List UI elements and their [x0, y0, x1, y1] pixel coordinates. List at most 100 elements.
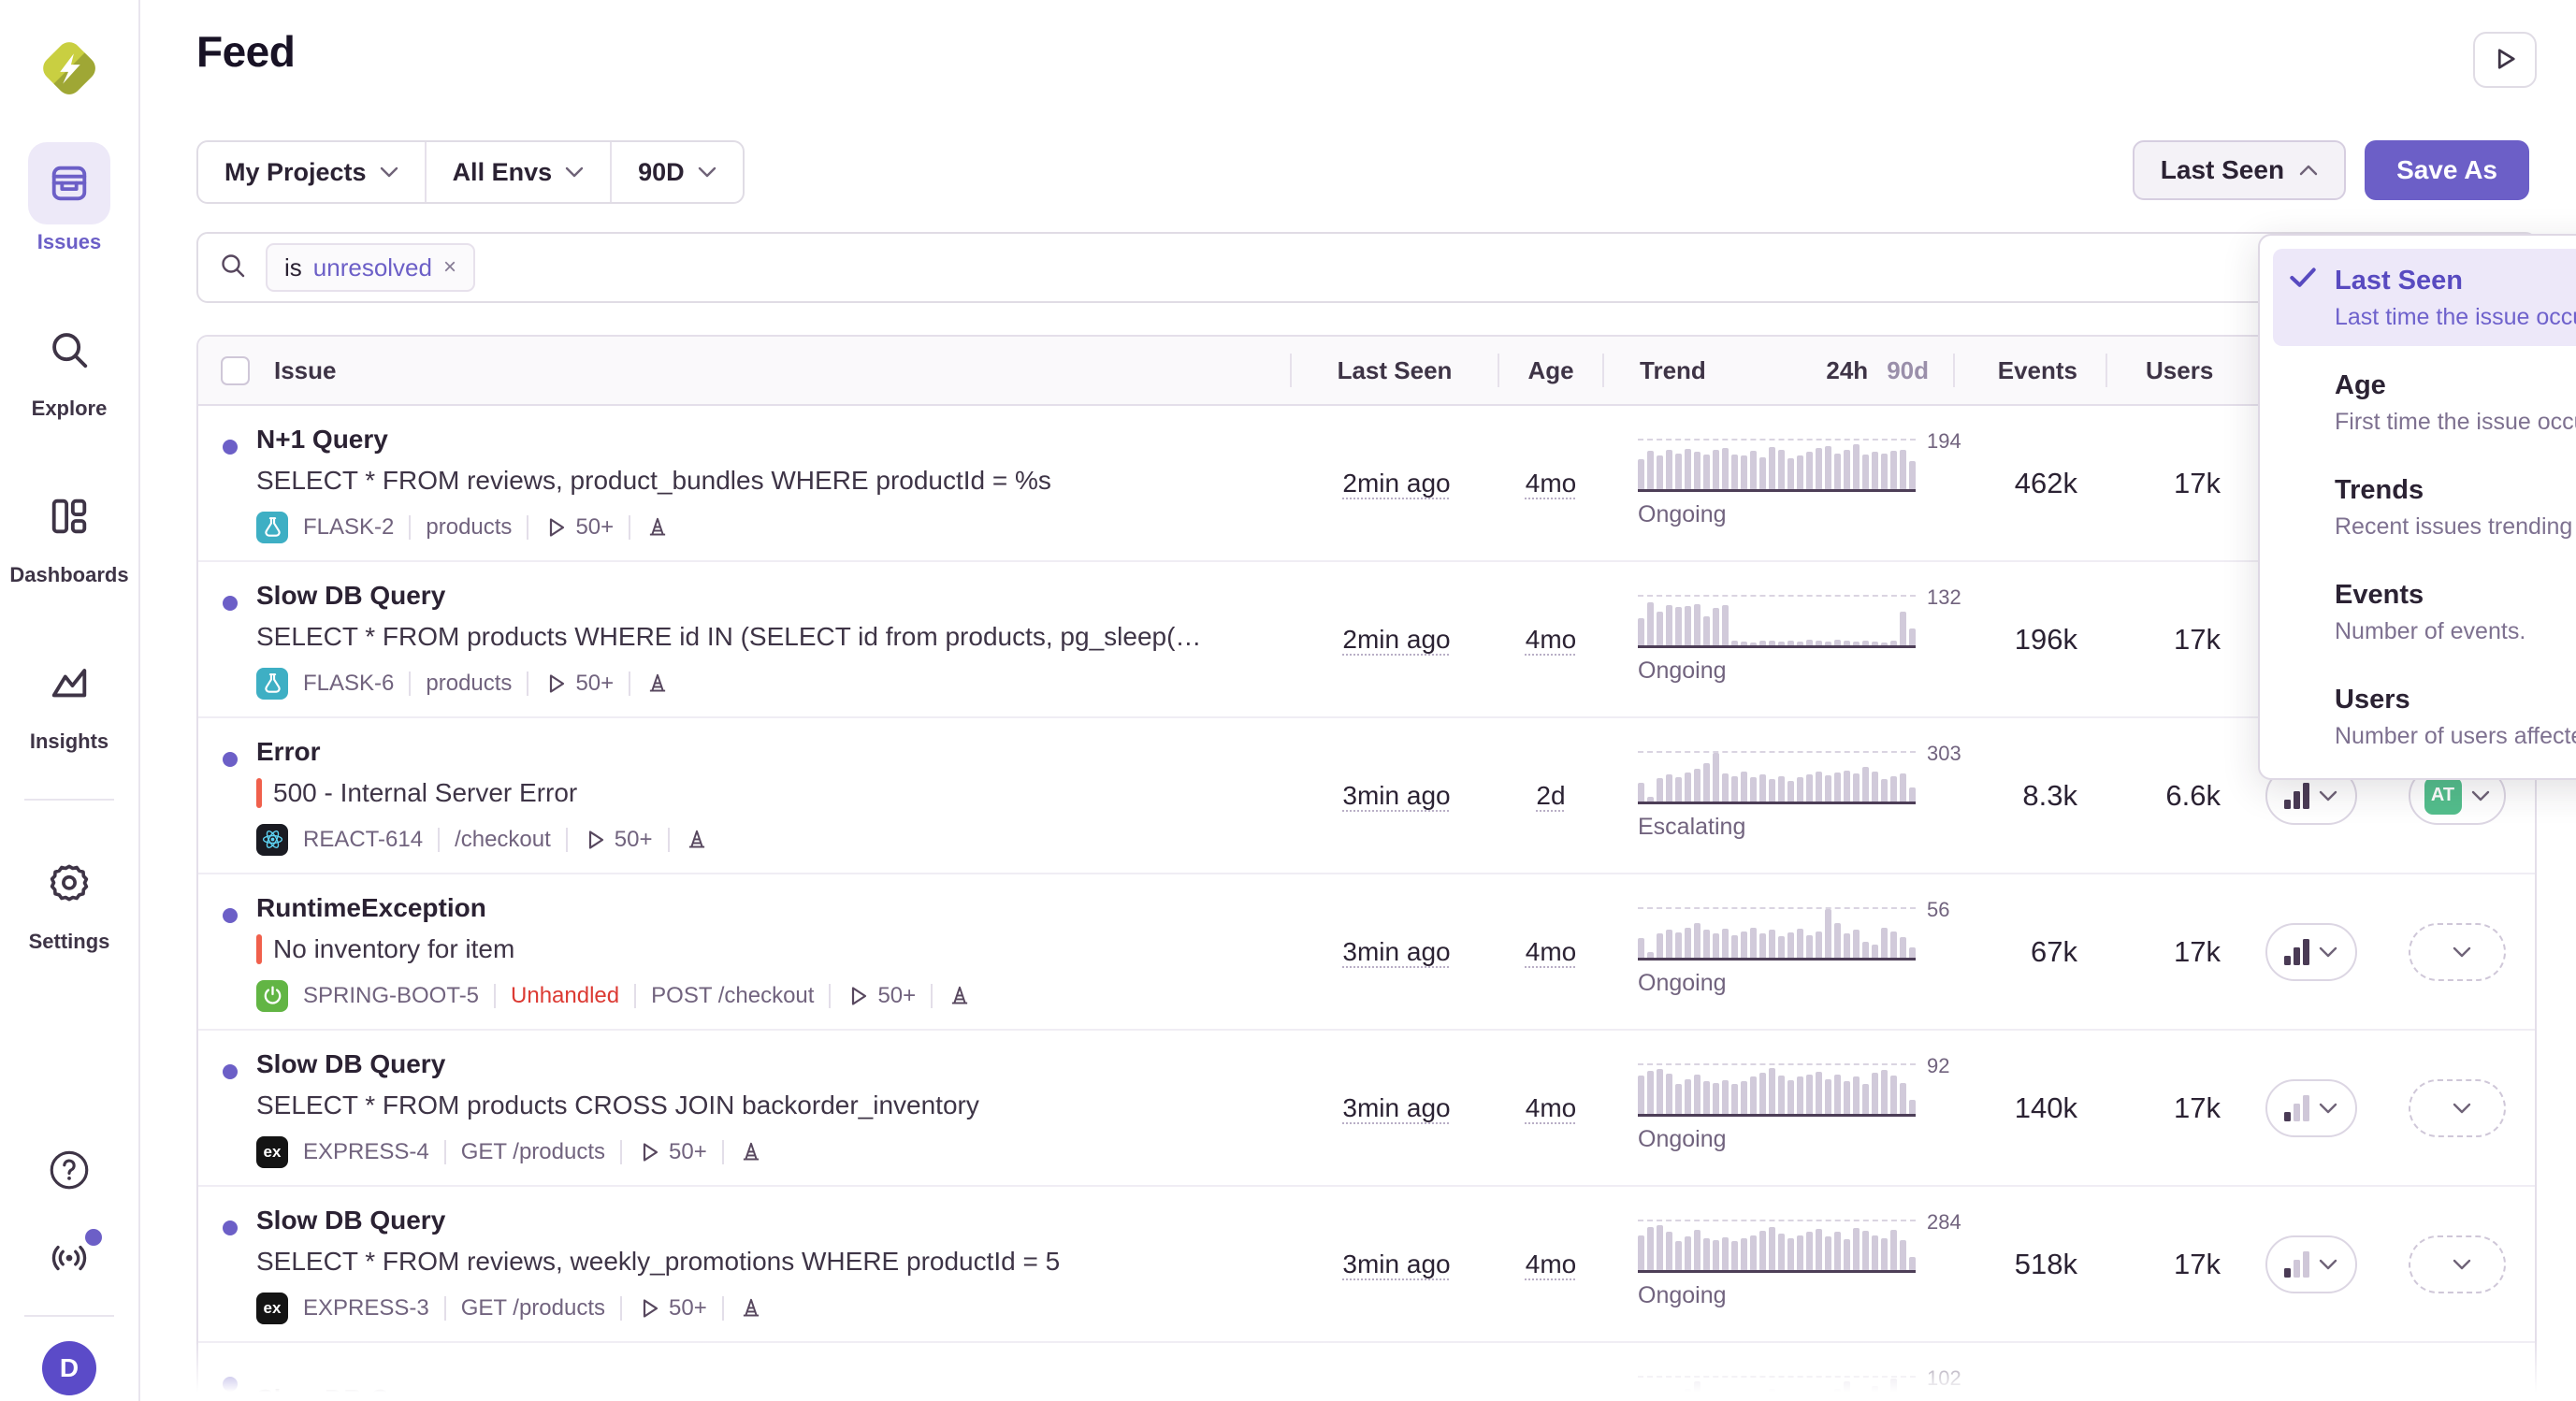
checkmark-icon [2290, 264, 2335, 293]
replay-count[interactable]: 50+ [637, 1139, 707, 1165]
replay-tour-button[interactable] [2473, 32, 2537, 88]
chevron-down-icon [2319, 946, 2337, 958]
last-seen-column-header[interactable]: Last Seen [1290, 354, 1498, 387]
divider [527, 515, 528, 540]
play-icon [637, 1140, 661, 1164]
issue-row[interactable]: Slow DB Query SELECT * FROM products 3mi… [198, 1343, 2535, 1401]
replay-count[interactable]: 50+ [543, 671, 614, 697]
sentry-logo-icon[interactable] [33, 32, 106, 105]
issue-row[interactable]: Slow DB Query SELECT * FROM products CRO… [198, 1031, 2535, 1187]
sort-option-description: First time the issue occurred. [2335, 408, 2576, 436]
issue-row[interactable]: Slow DB Query SELECT * FROM reviews, wee… [198, 1187, 2535, 1343]
project-slug[interactable]: EXPRESS-3 [303, 1295, 429, 1322]
main-content: Feed My Projects All Envs 90D Last Seen [138, 0, 2576, 1401]
trend-column-header: Trend [1640, 354, 1706, 387]
issue-row[interactable]: N+1 Query SELECT * FROM reviews, product… [198, 406, 2535, 562]
sort-menu-item[interactable]: Trends Recent issues trending upward. [2273, 458, 2576, 556]
status-dot [223, 1377, 238, 1392]
project-slug[interactable]: FLASK-6 [303, 671, 394, 697]
divider [409, 672, 411, 696]
chevron-down-icon [2453, 1103, 2471, 1114]
replay-count[interactable]: 50+ [543, 514, 614, 541]
trend-90d-toggle[interactable]: 90d [1887, 354, 1929, 387]
sort-menu-item[interactable]: Last Seen Last time the issue occurred. [2273, 249, 2576, 346]
issue-column-header[interactable]: Issue [274, 354, 337, 387]
sidebar: Issues Explore Dashboards Insights Setti… [0, 0, 140, 1401]
express-project-icon: ex [256, 1136, 288, 1168]
events-count: 518k [2015, 1248, 2077, 1280]
sidebar-item-issues[interactable]: Issues [0, 142, 138, 254]
chevron-down-icon [2319, 1103, 2337, 1114]
users-column-header[interactable]: Users [2106, 354, 2243, 387]
issue-route: products [426, 671, 512, 697]
sidebar-item-dashboards[interactable]: Dashboards [0, 475, 138, 587]
issue-meta: FLASK-6 products 50+ [256, 668, 1201, 700]
assignee-initials: AT [2424, 777, 2462, 815]
trend-bars [1638, 1376, 1916, 1401]
environment-filter[interactable]: All Envs [425, 142, 611, 202]
issue-meta: REACT-614/checkout50+ [256, 824, 709, 856]
trend-bars [1638, 439, 1916, 492]
assignee-button[interactable] [2409, 1235, 2506, 1293]
sidebar-item-settings[interactable]: Settings [0, 842, 138, 954]
status-dot [223, 440, 238, 455]
project-slug[interactable]: EXPRESS-4 [303, 1139, 429, 1165]
save-as-button[interactable]: Save As [2365, 140, 2529, 200]
divider [829, 984, 831, 1008]
users-count: 17k [2174, 1248, 2221, 1280]
last-seen-value: 3min ago [1342, 1093, 1450, 1122]
issue-row[interactable]: Error 500 - Internal Server Error REACT-… [198, 718, 2535, 874]
issue-title[interactable]: Error [256, 736, 709, 768]
sort-menu-item[interactable]: Events Number of events. [2273, 563, 2576, 660]
sort-by-button[interactable]: Last Seen [2133, 140, 2346, 200]
assignee-button[interactable] [2409, 1079, 2506, 1137]
flask-project-icon [256, 668, 288, 700]
project-slug[interactable]: SPRING-BOOT-5 [303, 983, 479, 1009]
sort-menu-item[interactable]: Users Number of users affected. [2273, 668, 2576, 765]
replay-count[interactable]: 50+ [846, 983, 916, 1009]
sort-option-label: Trends [2335, 473, 2576, 507]
sort-menu-item[interactable]: Age First time the issue occurred. [2273, 354, 2576, 451]
whats-new-button[interactable] [44, 1233, 94, 1283]
trend-status: Escalating [1638, 814, 1916, 841]
issue-title[interactable]: Slow DB Query [256, 1205, 1060, 1236]
chip-remove-icon[interactable]: × [443, 254, 456, 281]
date-range-filter[interactable]: 90D [610, 142, 743, 202]
issue-row[interactable]: Slow DB Query SELECT * FROM products WHE… [198, 562, 2535, 718]
replay-count[interactable]: 50+ [637, 1295, 707, 1322]
issue-graph-button[interactable] [2265, 1235, 2357, 1293]
user-avatar[interactable]: D [42, 1341, 96, 1395]
users-count: 17k [2174, 467, 2221, 499]
project-slug[interactable]: REACT-614 [303, 827, 423, 853]
issue-title[interactable]: N+1 Query [256, 424, 1051, 455]
replay-count[interactable]: 50+ [583, 827, 653, 853]
spring-project-icon [256, 980, 288, 1012]
bar-chart-icon [2284, 783, 2309, 809]
issue-graph-button[interactable] [2265, 1392, 2357, 1401]
trend-24h-toggle[interactable]: 24h [1826, 354, 1868, 387]
project-filter[interactable]: My Projects [198, 142, 425, 202]
issue-title[interactable]: Slow DB Query [256, 580, 1201, 612]
issue-title[interactable]: RuntimeException [256, 892, 972, 924]
assignee-button[interactable] [2409, 1392, 2506, 1401]
issue-row[interactable]: RuntimeException No inventory for item S… [198, 874, 2535, 1031]
sidebar-item-insights[interactable]: Insights [0, 642, 138, 754]
help-button[interactable] [44, 1147, 94, 1197]
select-all-checkbox[interactable] [221, 356, 250, 385]
issue-title[interactable]: Slow DB Query [256, 1383, 567, 1401]
sidebar-item-explore[interactable]: Explore [0, 309, 138, 421]
age-column-header[interactable]: Age [1498, 354, 1602, 387]
divider [527, 672, 528, 696]
events-count: 8.3k [2022, 779, 2077, 812]
issue-graph-button[interactable] [2265, 1079, 2357, 1137]
issue-graph-button[interactable] [2265, 923, 2357, 981]
assignee-button[interactable] [2409, 923, 2506, 981]
chip-value: unresolved [313, 253, 432, 282]
issue-route: GET /products [461, 1295, 605, 1322]
issue-title[interactable]: Slow DB Query [256, 1048, 979, 1080]
project-slug[interactable]: FLASK-2 [303, 514, 394, 541]
events-column-header[interactable]: Events [1953, 354, 2106, 387]
issue-search-input[interactable]: is unresolved × [196, 232, 2537, 303]
cone-icon [948, 984, 972, 1008]
filter-chip-is-unresolved[interactable]: is unresolved × [266, 243, 475, 292]
